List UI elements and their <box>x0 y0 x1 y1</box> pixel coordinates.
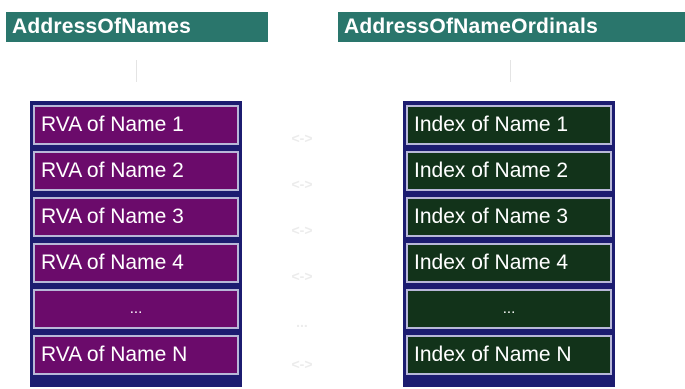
row-connector: ... <box>296 314 308 330</box>
address-of-names-header: AddressOfNames <box>6 12 268 42</box>
address-of-name-ordinals-header: AddressOfNameOrdinals <box>338 12 685 42</box>
ordinal-ellipsis-cell: ... <box>406 289 612 329</box>
row-connector: <-> <box>291 130 313 146</box>
row-connector: <-> <box>291 176 313 192</box>
rva-name-cell: RVA of Name 3 <box>33 197 239 237</box>
ordinal-index-cell: Index of Name 4 <box>406 243 612 283</box>
rva-name-cell: RVA of Name 4 <box>33 243 239 283</box>
left-header-connector-line <box>136 60 137 82</box>
row-connector: <-> <box>291 222 313 238</box>
rva-name-cell: RVA of Name N <box>33 335 239 375</box>
row-connector: <-> <box>291 356 313 372</box>
rva-name-cell: RVA of Name 2 <box>33 151 239 191</box>
address-of-name-ordinals-array: Index of Name 1 Index of Name 2 Index of… <box>403 101 615 387</box>
ordinal-index-cell: Index of Name 3 <box>406 197 612 237</box>
rva-name-cell: RVA of Name 1 <box>33 105 239 145</box>
ordinal-index-cell: Index of Name 2 <box>406 151 612 191</box>
ordinal-index-cell: Index of Name 1 <box>406 105 612 145</box>
row-connector: <-> <box>291 268 313 284</box>
right-header-connector-line <box>510 60 511 82</box>
ordinal-index-cell: Index of Name N <box>406 335 612 375</box>
rva-ellipsis-cell: ... <box>33 289 239 329</box>
address-of-names-array: RVA of Name 1 RVA of Name 2 RVA of Name … <box>30 101 242 387</box>
